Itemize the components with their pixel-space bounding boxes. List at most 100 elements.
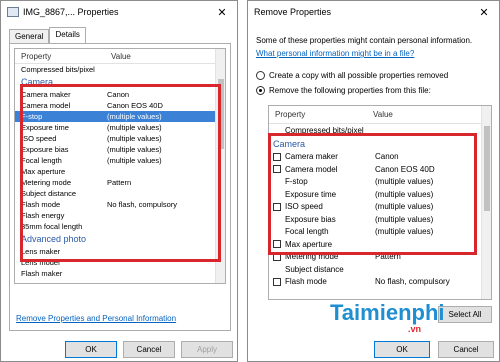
table-row[interactable]: Compressed bits/pixel: [269, 124, 491, 137]
property-name: Lens maker: [21, 247, 61, 256]
table-row[interactable]: Max aperture: [15, 166, 225, 177]
property-checklist[interactable]: Property Value Compressed bits/pixel Came…: [268, 105, 492, 300]
property-checkbox[interactable]: [273, 240, 281, 249]
group-header[interactable]: Camera: [269, 137, 491, 151]
table-row[interactable]: Flash maker: [15, 268, 225, 279]
close-icon[interactable]: ✕: [207, 1, 237, 23]
property-name: Metering mode: [21, 178, 72, 187]
scrollbar[interactable]: [215, 49, 225, 283]
property-checkbox[interactable]: [273, 152, 281, 161]
table-row[interactable]: Exposure bias (multiple values): [269, 213, 491, 226]
tab-details[interactable]: Details: [49, 27, 86, 43]
watermark-brand: Taimienphi: [330, 300, 445, 325]
table-row[interactable]: Lens maker: [15, 246, 225, 257]
property-value: No flash, compulsory: [375, 277, 450, 287]
table-row[interactable]: Metering mode Pattern: [15, 177, 225, 188]
table-row[interactable]: Subject distance: [269, 263, 491, 276]
property-name: Flash mode: [21, 200, 61, 209]
intro-text: Some of these properties might contain p…: [256, 36, 473, 45]
option-create-copy[interactable]: Create a copy with all possible properti…: [256, 71, 448, 80]
table-row[interactable]: Camera maker Canon: [15, 89, 225, 100]
title-bar: IMG_8867,... Properties: [1, 1, 237, 23]
property-name: F-stop: [285, 177, 308, 187]
column-header-property[interactable]: Property: [269, 110, 373, 119]
table-row[interactable]: Flash mode No flash, compulsory: [269, 276, 491, 289]
table-row[interactable]: Metering mode Pattern: [269, 251, 491, 264]
radio-create-copy[interactable]: [256, 71, 265, 80]
property-checkbox[interactable]: [273, 252, 281, 261]
select-all-button[interactable]: Select All: [438, 306, 492, 323]
tab-strip: General Details: [9, 27, 86, 43]
table-row[interactable]: Lens model: [15, 257, 225, 268]
radio-remove-properties[interactable]: [256, 86, 265, 95]
property-value: (multiple values): [375, 214, 434, 224]
property-name: Max aperture: [21, 167, 66, 176]
property-value: (multiple values): [107, 123, 162, 132]
table-row[interactable]: Exposure time (multiple values): [15, 122, 225, 133]
column-header-value[interactable]: Value: [373, 110, 393, 119]
table-row[interactable]: Focal length (multiple values): [15, 155, 225, 166]
property-checkbox[interactable]: [273, 165, 281, 174]
table-row[interactable]: Max aperture: [269, 238, 491, 251]
property-value: (multiple values): [107, 145, 162, 154]
properties-dialog: IMG_8867,... Properties ✕ General Detail…: [0, 0, 238, 362]
option-remove-properties-label: Remove the following properties from thi…: [269, 86, 431, 95]
table-row[interactable]: F-stop (multiple values): [269, 176, 491, 189]
table-row[interactable]: ISO speed (multiple values): [15, 133, 225, 144]
list-header: Property Value: [269, 106, 491, 124]
property-value: (multiple values): [107, 156, 162, 165]
property-name: Camera maker: [285, 152, 338, 162]
remove-properties-link[interactable]: Remove Properties and Personal Informati…: [16, 314, 176, 323]
dialog-title: Remove Properties: [254, 7, 332, 17]
table-row[interactable]: Exposure bias (multiple values): [15, 144, 225, 155]
table-row[interactable]: Flash energy: [15, 210, 225, 221]
table-row[interactable]: Compressed bits/pixel: [15, 64, 225, 75]
property-value: (multiple values): [375, 189, 434, 199]
title-bar: Remove Properties: [248, 1, 499, 23]
column-header-property[interactable]: Property: [15, 52, 111, 61]
cancel-button[interactable]: Cancel: [438, 341, 494, 358]
property-value: Canon: [375, 152, 399, 162]
table-row[interactable]: Exposure time (multiple values): [269, 188, 491, 201]
property-name: Max aperture: [285, 239, 333, 249]
group-header[interactable]: Advanced photo: [15, 232, 225, 246]
list-header: Property Value: [15, 49, 225, 64]
apply-button[interactable]: Apply: [181, 341, 233, 358]
property-checkbox[interactable]: [273, 277, 281, 286]
table-row[interactable]: ISO speed (multiple values): [269, 201, 491, 214]
scrollbar[interactable]: [481, 106, 491, 299]
ok-button[interactable]: OK: [65, 341, 117, 358]
property-value: Canon EOS 40D: [375, 164, 435, 174]
table-row[interactable]: 35mm focal length: [15, 221, 225, 232]
property-name: Flash energy: [21, 211, 65, 220]
table-row[interactable]: F-stop (multiple values): [15, 111, 225, 122]
property-name: ISO speed: [285, 202, 323, 212]
option-remove-properties[interactable]: Remove the following properties from thi…: [256, 86, 431, 95]
table-row[interactable]: Subject distance: [15, 188, 225, 199]
property-name: Focal length: [21, 156, 62, 165]
scrollbar-thumb[interactable]: [218, 79, 224, 149]
watermark-logo: Taimienphi: [330, 300, 445, 326]
image-file-icon: [7, 7, 19, 17]
table-row[interactable]: Flash mode No flash, compulsory: [15, 199, 225, 210]
table-row[interactable]: Camera maker Canon: [269, 151, 491, 164]
close-icon[interactable]: ✕: [469, 1, 499, 23]
table-row[interactable]: Camera model Canon EOS 40D: [269, 163, 491, 176]
property-value: (multiple values): [107, 134, 162, 143]
property-name: Subject distance: [21, 189, 77, 198]
personal-info-help-link[interactable]: What personal information might be in a …: [256, 49, 414, 58]
tab-general[interactable]: General: [9, 29, 50, 43]
property-name: Compressed bits/pixel: [285, 125, 364, 135]
table-row[interactable]: Focal length (multiple values): [269, 226, 491, 239]
property-value: (multiple values): [107, 112, 162, 121]
property-checkbox[interactable]: [273, 202, 281, 211]
ok-button[interactable]: OK: [374, 341, 430, 358]
table-row[interactable]: Camera model Canon EOS 40D: [15, 100, 225, 111]
property-value: Canon EOS 40D: [107, 101, 163, 110]
property-list[interactable]: Property Value Compressed bits/pixel Came…: [14, 48, 226, 284]
column-header-value[interactable]: Value: [111, 52, 131, 61]
list-rows: Compressed bits/pixel Camera Camera maker C…: [15, 64, 225, 279]
group-header[interactable]: Camera: [15, 75, 225, 89]
cancel-button[interactable]: Cancel: [123, 341, 175, 358]
scrollbar-thumb[interactable]: [484, 126, 490, 211]
